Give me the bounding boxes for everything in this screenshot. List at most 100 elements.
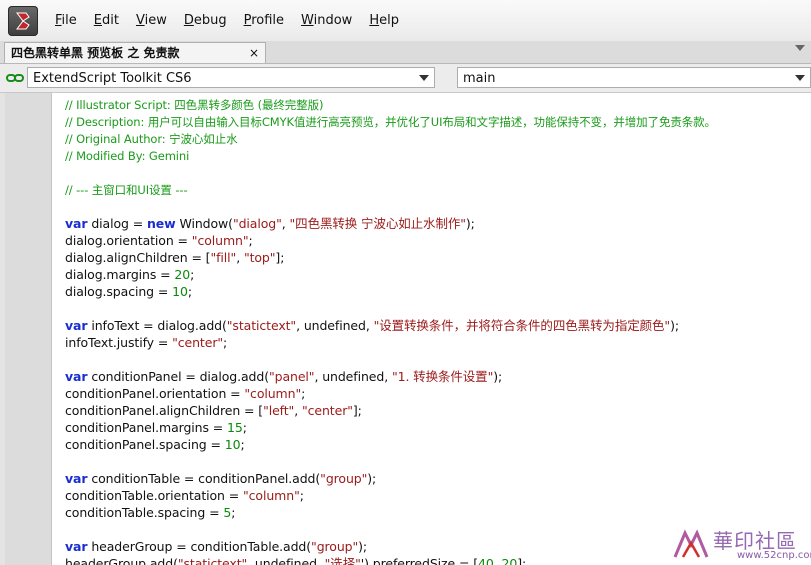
code-line[interactable]: 23var conditionTable = conditionPanel.ad… [52, 470, 811, 487]
code-token: var [65, 471, 88, 486]
code-text: var conditionTable = conditionPanel.add(… [65, 470, 376, 487]
code-token: "fill" [210, 250, 237, 265]
code-token: ; [223, 335, 228, 350]
code-token: conditionTable = conditionPanel.add( [87, 471, 321, 486]
code-line[interactable]: 4// Modified By: Gemini [52, 147, 811, 164]
code-line[interactable]: 24conditionTable.orientation = "column"; [52, 487, 811, 504]
code-line[interactable]: 3// Original Author: 宁波心如止水 [52, 130, 811, 147]
code-line[interactable]: 5 [52, 164, 811, 181]
code-token: "column" [243, 488, 300, 503]
code-line[interactable]: 14var infoText = dialog.add("statictext"… [52, 317, 811, 334]
code-token: "group" [320, 471, 368, 486]
extendscript-logo-icon[interactable] [8, 6, 38, 36]
code-token: var [65, 369, 88, 384]
menu-file[interactable]: File [55, 13, 77, 28]
line-number-gutter [5, 93, 52, 565]
code-token: // Original Author: 宁波心如止水 [65, 132, 238, 146]
menu-window[interactable]: Window [301, 13, 352, 28]
chevron-down-icon [419, 75, 429, 81]
code-line[interactable]: 13 [52, 300, 811, 317]
code-token: , undefined, [314, 369, 392, 384]
code-token: ; [187, 284, 192, 299]
watermark-logo-icon [673, 529, 709, 558]
code-token: conditionTable.orientation = [65, 488, 243, 503]
code-text: conditionTable.orientation = "column"; [65, 487, 304, 504]
code-token: dialog = [87, 216, 147, 231]
document-tab[interactable]: 四色黑转单黑 预览板 之 免责款20250824.jsx × [4, 42, 266, 81]
code-token: ); [465, 216, 475, 231]
code-text: dialog.margins = 20; [65, 266, 194, 283]
close-tab-icon[interactable]: × [249, 43, 259, 64]
code-text: var infoText = dialog.add("statictext", … [65, 317, 679, 334]
menu-profile[interactable]: Profile [244, 13, 284, 28]
menu-help[interactable]: Help [369, 13, 399, 28]
link-icon[interactable] [6, 73, 24, 83]
code-token: ; [231, 505, 236, 520]
code-line[interactable]: 15infoText.justify = "center"; [52, 334, 811, 351]
code-token: dialog.alignChildren = [ [65, 250, 211, 265]
code-token: "四色黑转换 宁波心如止水制作" [289, 216, 466, 231]
code-line[interactable]: 25conditionTable.spacing = 5; [52, 504, 811, 521]
code-token: new [146, 216, 176, 231]
code-text: conditionPanel.alignChildren = ["left", … [65, 402, 362, 419]
code-token: "statictext" [177, 556, 248, 565]
code-line[interactable]: 8var dialog = new Window("dialog", "四色黑转… [52, 215, 811, 232]
code-token: infoText = dialog.add( [87, 318, 227, 333]
code-token: ; [301, 386, 306, 401]
code-line[interactable]: 1// Illustrator Script: 四色黑转多颜色 (最终完整版) [52, 96, 811, 113]
menu-view[interactable]: View [136, 13, 167, 28]
code-line[interactable]: 20conditionPanel.margins = 15; [52, 419, 811, 436]
code-editor[interactable]: 1// Illustrator Script: 四色黑转多颜色 (最终完整版)2… [0, 93, 811, 565]
code-text: // Description: 用户可以自由输入目标CMYK值进行高亮预览，并优… [65, 113, 716, 131]
code-line[interactable]: 17var conditionPanel = dialog.add("panel… [52, 368, 811, 385]
code-line[interactable]: 12dialog.spacing = 10; [52, 283, 811, 300]
code-token: headerGroup = conditionTable.add( [87, 539, 312, 554]
code-line[interactable]: 9dialog.orientation = "column"; [52, 232, 811, 249]
code-token: , [236, 250, 244, 265]
code-token: conditionPanel.alignChildren = [ [65, 403, 264, 418]
code-area[interactable]: 1// Illustrator Script: 四色黑转多颜色 (最终完整版)2… [52, 93, 811, 565]
code-line[interactable]: 6// --- 主窗口和UI设置 --- [52, 181, 811, 198]
code-line[interactable]: 19conditionPanel.alignChildren = ["left"… [52, 402, 811, 419]
code-line[interactable]: 22 [52, 453, 811, 470]
code-token: "left" [263, 403, 295, 418]
code-text: conditionPanel.margins = 15; [65, 419, 247, 436]
code-line[interactable]: 11dialog.margins = 20; [52, 266, 811, 283]
watermark-url: www.52cnp.com [737, 550, 811, 561]
code-line[interactable]: 18conditionPanel.orientation = "column"; [52, 385, 811, 402]
code-token: conditionPanel.margins = [65, 420, 228, 435]
code-text: dialog.spacing = 10; [65, 283, 192, 300]
code-line[interactable]: 7 [52, 198, 811, 215]
code-token: ; [240, 437, 245, 452]
code-text: conditionPanel.orientation = "column"; [65, 385, 305, 402]
menu-bar: File Edit View Debug Profile Window Help [0, 0, 811, 42]
code-token: // --- 主窗口和UI设置 --- [65, 183, 188, 197]
code-token: // Illustrator Script: 四色黑转多颜色 (最终完整版) [65, 98, 324, 112]
code-text: conditionPanel.spacing = 10; [65, 436, 245, 453]
code-token: conditionPanel = dialog.add( [87, 369, 269, 384]
code-token: "statictext" [226, 318, 297, 333]
code-token: "选择" [324, 556, 361, 565]
code-token: "设置转换条件，并将符合条件的四色黑转为指定颜色" [373, 318, 671, 333]
code-token: 10 [172, 284, 188, 299]
code-token: "dialog" [232, 216, 282, 231]
code-line[interactable]: 2// Description: 用户可以自由输入目标CMYK值进行高亮预览，并… [52, 113, 811, 130]
code-token: conditionTable.spacing = [65, 505, 224, 520]
target-application-select[interactable]: ExtendScript Toolkit CS6 [27, 67, 435, 88]
code-line[interactable]: 21conditionPanel.spacing = 10; [52, 436, 811, 453]
code-line[interactable]: 10dialog.alignChildren = ["fill", "top"]… [52, 249, 811, 266]
code-text: // Original Author: 宁波心如止水 [65, 130, 238, 148]
menu-debug[interactable]: Debug [184, 13, 227, 28]
code-text: dialog.alignChildren = ["fill", "top"]; [65, 249, 284, 266]
code-line[interactable]: 16 [52, 351, 811, 368]
code-token: ').preferredSize = [ [360, 556, 478, 565]
target-engine-select[interactable]: main [457, 67, 811, 88]
code-token: , [294, 403, 302, 418]
code-text: var headerGroup = conditionTable.add("gr… [65, 538, 367, 555]
menu-edit[interactable]: Edit [94, 13, 119, 28]
code-token: dialog.orientation = [65, 233, 192, 248]
code-token: "top" [243, 250, 276, 265]
tab-list-dropdown-icon[interactable] [795, 45, 805, 51]
code-token: ); [358, 539, 368, 554]
code-token: 40 [478, 556, 494, 565]
